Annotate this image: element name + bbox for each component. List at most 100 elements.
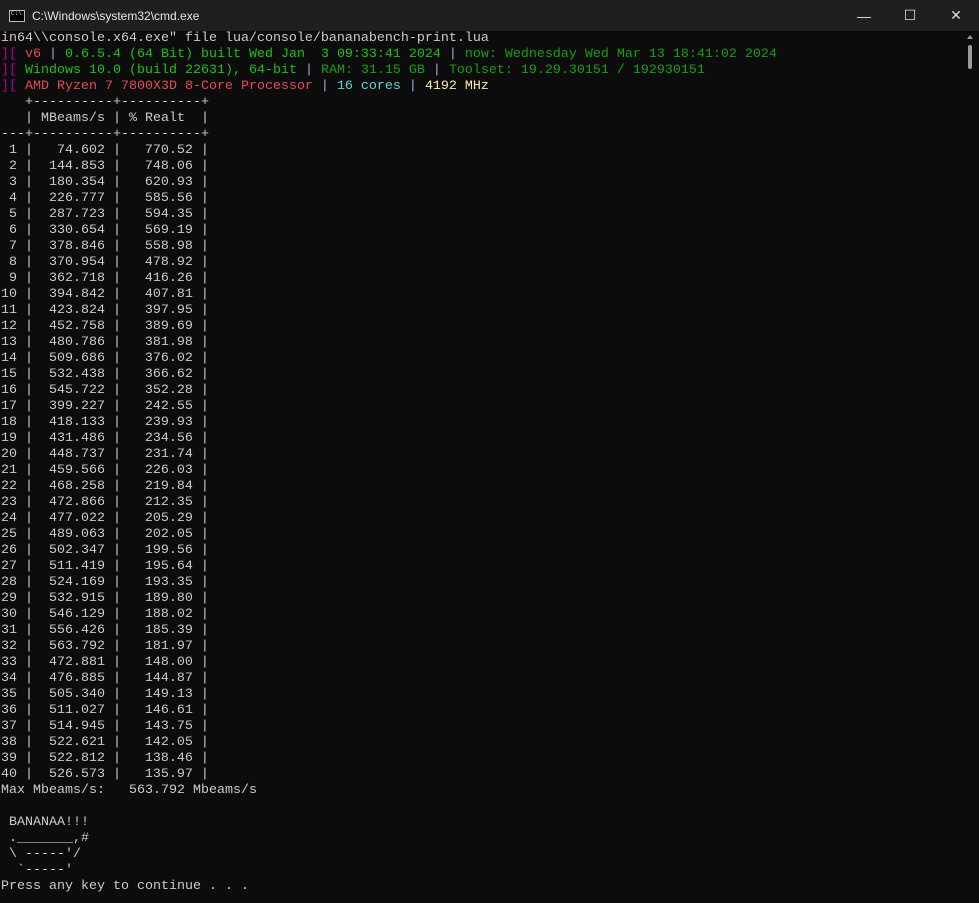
- separator-text: |: [16, 767, 33, 782]
- row-index: 19: [1, 431, 17, 446]
- separator-text: |: [192, 559, 209, 574]
- scrollbar[interactable]: [962, 31, 979, 903]
- separator-text: |: [16, 367, 33, 382]
- separator-text: |: [16, 207, 33, 222]
- maximize-button[interactable]: ☐: [887, 0, 933, 31]
- scroll-up-arrow-icon[interactable]: [967, 35, 973, 39]
- mbeams-value: 226.777: [48, 191, 105, 206]
- realtime-percent-value: 569.19: [144, 223, 193, 238]
- realtime-percent-value: 620.93: [144, 175, 193, 190]
- separator-text: |: [104, 559, 121, 574]
- header-segment: ][: [1, 47, 25, 62]
- separator-text: |: [192, 575, 209, 590]
- row-index: 9: [8, 271, 17, 286]
- table-row: 31 | 556.426 | 185.39 |: [1, 623, 961, 639]
- separator-text: |: [104, 175, 121, 190]
- header-segment: |: [400, 79, 425, 94]
- header-line: ][ v6 | 0.6.5.4 (64 Bit) built Wed Jan 3…: [1, 47, 961, 63]
- realtime-percent-value: 407.81: [144, 287, 193, 302]
- separator-text: |: [16, 463, 33, 478]
- separator-text: |: [104, 447, 121, 462]
- mbeams-value: 459.566: [48, 463, 105, 478]
- separator-text: |: [104, 751, 121, 766]
- table-row: 3 | 180.354 | 620.93 |: [1, 175, 961, 191]
- row-index: 4: [8, 191, 17, 206]
- header-segment: Toolset: 19.29.30151 / 192930151: [448, 63, 705, 78]
- close-button[interactable]: ✕: [933, 0, 979, 31]
- separator-text: |: [192, 175, 209, 190]
- separator-text: |: [192, 143, 209, 158]
- table-row: 4 | 226.777 | 585.56 |: [1, 191, 961, 207]
- row-index: 34: [1, 671, 17, 686]
- realtime-percent-value: 188.02: [144, 607, 193, 622]
- table-row: 35 | 505.340 | 149.13 |: [1, 687, 961, 703]
- mbeams-value: 522.812: [48, 751, 105, 766]
- realtime-percent-value: 558.98: [144, 239, 193, 254]
- realtime-percent-value: 239.93: [144, 415, 193, 430]
- header-segment: |: [312, 79, 337, 94]
- mbeams-value: 448.737: [48, 447, 105, 462]
- realtime-percent-value: 181.97: [144, 639, 193, 654]
- mbeams-value: 477.022: [48, 511, 105, 526]
- separator-text: |: [16, 191, 33, 206]
- mbeams-value: 144.853: [48, 159, 105, 174]
- realtime-percent-value: 185.39: [144, 623, 193, 638]
- row-index: 24: [1, 511, 17, 526]
- mbeams-value: 511.419: [48, 559, 105, 574]
- separator-text: |: [16, 159, 33, 174]
- footer-line: \ -----'/: [1, 847, 961, 863]
- table-row: 8 | 370.954 | 478.92 |: [1, 255, 961, 271]
- header-segment: ][: [1, 63, 25, 78]
- mbeams-value: 546.129: [48, 607, 105, 622]
- row-index: 31: [1, 623, 17, 638]
- mbeams-value: 452.758: [48, 319, 105, 334]
- row-index: 3: [8, 175, 17, 190]
- table-row: 5 | 287.723 | 594.35 |: [1, 207, 961, 223]
- separator-text: |: [104, 415, 121, 430]
- mbeams-value: 524.169: [48, 575, 105, 590]
- header-line: ][ Windows 10.0 (build 22631), 64-bit | …: [1, 63, 961, 79]
- realtime-percent-value: 205.29: [144, 511, 193, 526]
- table-row: 22 | 468.258 | 219.84 |: [1, 479, 961, 495]
- table-row: 17 | 399.227 | 242.55 |: [1, 399, 961, 415]
- row-index: 10: [1, 287, 17, 302]
- header-segment: |: [440, 47, 465, 62]
- separator-text: |: [104, 591, 121, 606]
- row-index: 2: [8, 159, 17, 174]
- separator-text: |: [104, 703, 121, 718]
- separator-text: |: [16, 623, 33, 638]
- separator-text: |: [16, 511, 33, 526]
- separator-text: |: [16, 319, 33, 334]
- row-index: 29: [1, 591, 17, 606]
- separator-text: |: [16, 447, 33, 462]
- scrollbar-thumb[interactable]: [968, 45, 972, 69]
- separator-text: |: [104, 191, 121, 206]
- mbeams-value: 418.133: [48, 415, 105, 430]
- realtime-percent-value: 202.05: [144, 527, 193, 542]
- separator-text: |: [192, 287, 209, 302]
- separator-text: |: [192, 767, 209, 782]
- title-bar: C:\Windows\system32\cmd.exe — ☐ ✕: [0, 0, 979, 31]
- table-top-border: +----------+----------+: [1, 95, 961, 111]
- separator-text: |: [16, 559, 33, 574]
- separator-text: |: [192, 319, 209, 334]
- separator-text: |: [104, 143, 121, 158]
- mbeams-value: 394.842: [48, 287, 105, 302]
- mbeams-value: 489.063: [48, 527, 105, 542]
- mbeams-value: 509.686: [48, 351, 105, 366]
- row-index: 16: [1, 383, 17, 398]
- separator-text: |: [16, 591, 33, 606]
- mbeams-value: 526.573: [48, 767, 105, 782]
- separator-text: |: [104, 495, 121, 510]
- mbeams-value: 545.722: [48, 383, 105, 398]
- header-segment: 0.6.5.4 (64 Bit) built Wed Jan 3 09:33:4…: [65, 47, 441, 62]
- separator-text: |: [16, 639, 33, 654]
- separator-text: |: [16, 607, 33, 622]
- separator-text: |: [104, 207, 121, 222]
- minimize-button[interactable]: —: [841, 0, 887, 31]
- separator-text: |: [104, 719, 121, 734]
- separator-text: |: [104, 255, 121, 270]
- separator-text: |: [16, 255, 33, 270]
- separator-text: |: [16, 303, 33, 318]
- console-output[interactable]: in64\\console.x64.exe" file lua/console/…: [1, 31, 961, 903]
